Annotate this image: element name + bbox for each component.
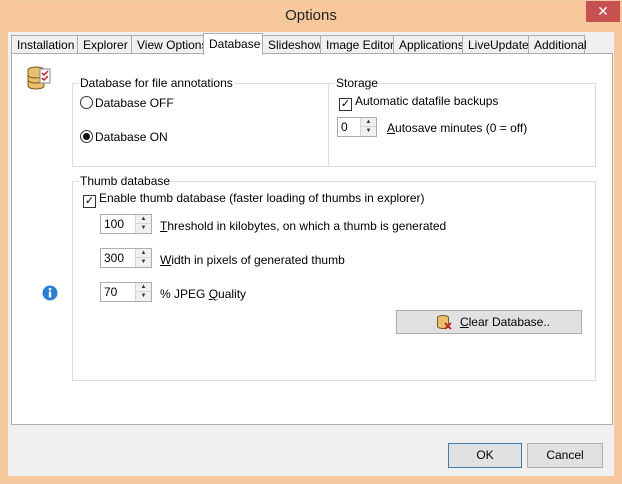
thumb-group-title: Thumb database — [79, 174, 172, 188]
quality-label-text: uality — [218, 287, 247, 301]
threshold-label-text: hreshold in kilobytes, on which a thumb … — [167, 219, 447, 233]
tab-applications[interactable]: Applications — [393, 35, 464, 53]
database-on-radio[interactable]: Database ON — [80, 130, 168, 144]
threshold-value: 100 — [104, 217, 125, 231]
tab-database[interactable]: Database — [203, 33, 263, 55]
dialog-client: Installation Explorer View Options Datab… — [8, 32, 614, 476]
quality-label-mnemonic: Q — [208, 287, 219, 301]
autosave-label-mnemonic: A — [387, 121, 396, 135]
close-button[interactable]: ✕ — [586, 1, 620, 22]
window-title: Options — [285, 7, 337, 24]
auto-backup-label: Automatic datafile backups — [355, 94, 499, 108]
width-value: 300 — [104, 251, 125, 265]
clear-label-text: lear Database.. — [468, 315, 551, 329]
close-icon: ✕ — [597, 3, 609, 19]
autosave-value: 0 — [341, 120, 348, 134]
quality-spinner[interactable]: 70 ▲ ▼ — [100, 282, 152, 302]
enable-thumb-label: Enable thumb database (faster loading of… — [99, 191, 425, 205]
spin-up-icon[interactable]: ▲ — [136, 215, 151, 224]
clear-database-button[interactable]: Clear Database.. — [396, 310, 582, 334]
auto-backup-checkbox[interactable]: ✓ Automatic datafile backups — [339, 94, 498, 111]
ok-button[interactable]: OK — [448, 443, 522, 468]
tab-installation[interactable]: Installation — [11, 35, 78, 53]
enable-thumb-check[interactable]: ✓ — [83, 195, 96, 208]
title-bar[interactable]: Options ✕ — [1, 1, 621, 32]
threshold-spin-buttons[interactable]: ▲ ▼ — [135, 215, 151, 233]
thumb-database-group: Thumb database — [72, 174, 596, 381]
width-label: Width in pixels of generated thumb — [160, 253, 345, 267]
spin-up-icon[interactable]: ▲ — [136, 249, 151, 258]
database-panel: Database for file annotations Database O… — [11, 53, 613, 425]
auto-backup-check[interactable]: ✓ — [339, 98, 352, 111]
spin-down-icon[interactable]: ▼ — [136, 292, 151, 301]
clear-database-icon — [436, 314, 452, 330]
spin-up-icon[interactable]: ▲ — [361, 118, 376, 127]
quality-label-prefix: % JPEG — [160, 287, 209, 301]
database-off-label: Database OFF — [95, 96, 174, 110]
width-spin-buttons[interactable]: ▲ ▼ — [135, 249, 151, 267]
autosave-label-text: utosave minutes (0 = off) — [395, 121, 528, 135]
spin-down-icon[interactable]: ▼ — [361, 127, 376, 136]
autosave-spinner[interactable]: 0 ▲ ▼ — [337, 117, 377, 137]
options-window: Options ✕ Installation Explorer View Opt… — [0, 0, 622, 484]
autosave-spin-buttons[interactable]: ▲ ▼ — [360, 118, 376, 136]
tab-additional[interactable]: Additional — [528, 35, 587, 53]
tab-liveupdate[interactable]: LiveUpdate — [462, 35, 529, 53]
tab-image-editor[interactable]: Image Editor — [320, 35, 394, 53]
quality-label: % JPEG Quality — [160, 287, 246, 301]
radio-off[interactable] — [80, 96, 93, 109]
tab-explorer[interactable]: Explorer — [77, 35, 132, 53]
quality-spin-buttons[interactable]: ▲ ▼ — [135, 283, 151, 301]
spin-down-icon[interactable]: ▼ — [136, 224, 151, 233]
database-off-radio[interactable]: Database OFF — [80, 96, 174, 110]
enable-thumb-checkbox[interactable]: ✓ Enable thumb database (faster loading o… — [83, 191, 425, 208]
spin-down-icon[interactable]: ▼ — [136, 258, 151, 267]
clear-label-mnemonic: C — [459, 315, 469, 329]
radio-on[interactable] — [80, 130, 93, 143]
tab-slideshow[interactable]: Slideshow — [262, 35, 323, 53]
tab-view-options[interactable]: View Options — [131, 35, 207, 53]
width-label-mnemonic: W — [160, 253, 172, 267]
width-spinner[interactable]: 300 ▲ ▼ — [100, 248, 152, 268]
storage-group-title: Storage — [335, 76, 380, 90]
database-on-label: Database ON — [95, 130, 168, 144]
width-label-text: idth in pixels of generated thumb — [171, 253, 345, 267]
threshold-label: Threshold in kilobytes, on which a thumb… — [160, 219, 446, 233]
autosave-label: Autosave minutes (0 = off) — [387, 121, 527, 135]
threshold-spinner[interactable]: 100 ▲ ▼ — [100, 214, 152, 234]
cancel-button[interactable]: Cancel — [527, 443, 603, 468]
database-group-title: Database for file annotations — [79, 76, 234, 90]
quality-value: 70 — [104, 285, 118, 299]
clear-database-label: Clear Database.. — [460, 315, 550, 329]
info-icon — [42, 285, 58, 301]
spin-up-icon[interactable]: ▲ — [136, 283, 151, 292]
database-icon — [26, 65, 52, 93]
